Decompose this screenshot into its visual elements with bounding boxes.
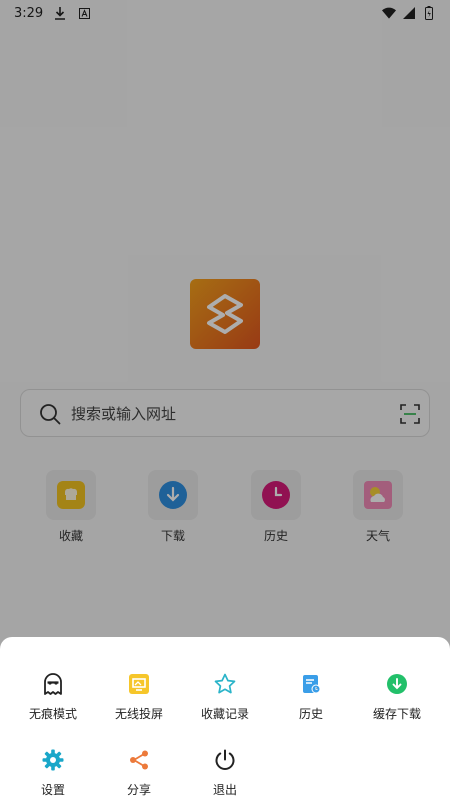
ghost-icon: [44, 673, 62, 695]
menu-item-settings[interactable]: 设置: [8, 748, 98, 798]
share-icon: [130, 750, 148, 770]
settings-gear-icon: [42, 749, 64, 771]
star-icon: [214, 673, 236, 694]
menu-label: 收藏记录: [200, 707, 249, 721]
menu-item-exit[interactable]: 退出: [180, 748, 270, 798]
menu-item-share[interactable]: 分享: [94, 748, 184, 798]
menu-label: 退出: [212, 783, 237, 797]
power-icon: [215, 749, 235, 771]
menu-item-incognito[interactable]: 无痕模式: [8, 672, 98, 722]
menu-label: 分享: [126, 783, 151, 797]
menu-label: 无线投屏: [114, 707, 163, 721]
bottom-sheet-menu: 无痕模式 无线投屏 收藏记录 历史 缓存下载 设置 分享 退出: [0, 637, 450, 800]
menu-item-favorites[interactable]: 收藏记录: [180, 672, 270, 722]
cache-download-icon: [387, 674, 407, 694]
menu-item-history[interactable]: 历史: [266, 672, 356, 722]
screen-cast-icon: [129, 674, 149, 694]
menu-label: 设置: [40, 783, 65, 797]
menu-item-cache-download[interactable]: 缓存下载: [352, 672, 442, 722]
menu-label: 无痕模式: [28, 707, 77, 721]
menu-label: 缓存下载: [372, 707, 421, 721]
menu-label: 历史: [298, 707, 323, 721]
menu-item-screen-cast[interactable]: 无线投屏: [94, 672, 184, 722]
history-icon: [303, 675, 321, 694]
